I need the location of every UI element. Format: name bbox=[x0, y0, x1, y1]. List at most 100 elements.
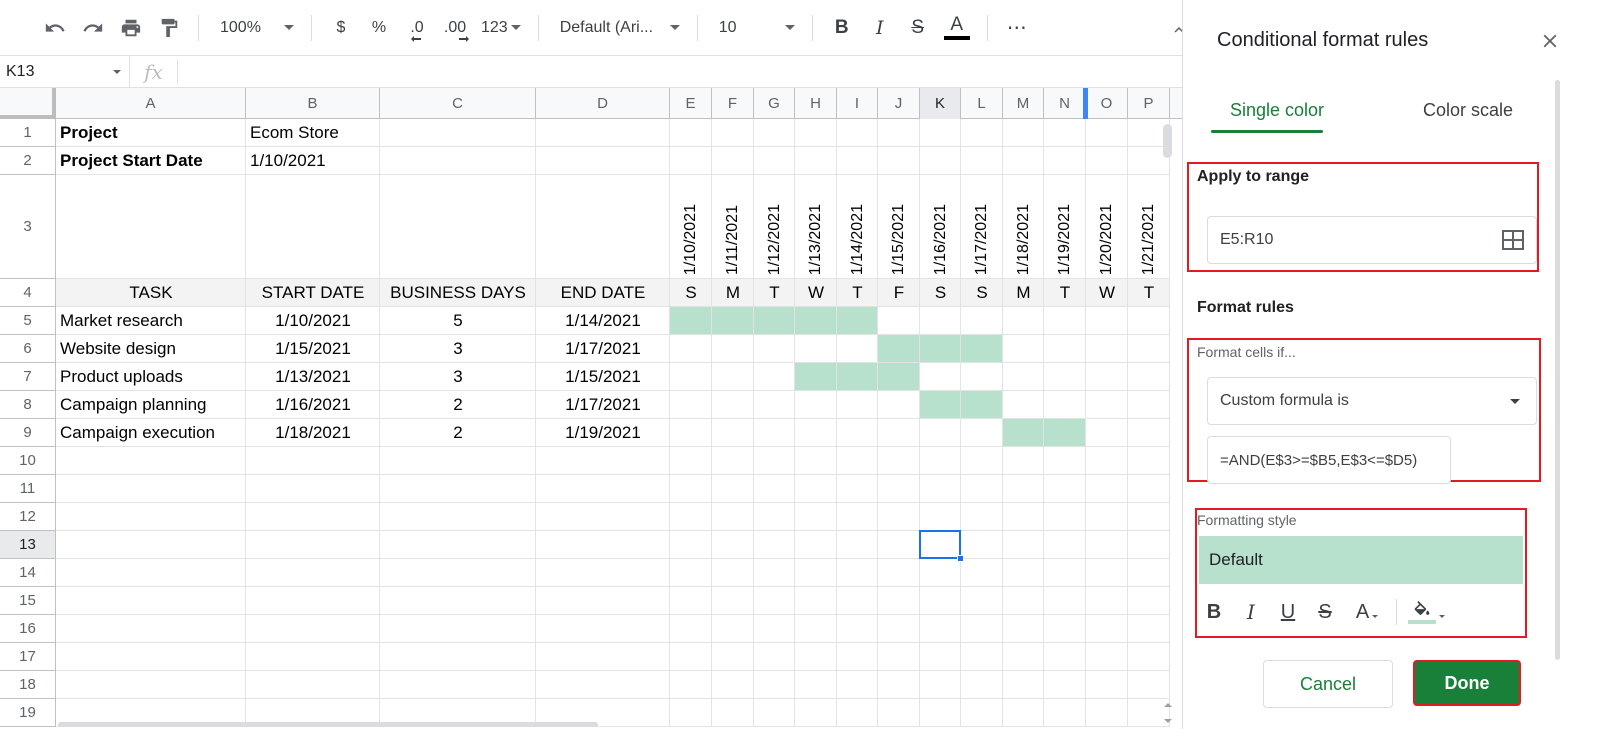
paint-format-button[interactable] bbox=[153, 12, 185, 44]
row-header-19[interactable]: 19 bbox=[0, 699, 56, 727]
row-header-3[interactable]: 3 bbox=[0, 175, 56, 279]
row-header-15[interactable]: 15 bbox=[0, 587, 56, 615]
column-header-l[interactable]: L bbox=[961, 88, 1003, 119]
column-header-i[interactable]: I bbox=[837, 88, 878, 119]
row-header-17[interactable]: 17 bbox=[0, 643, 56, 671]
weekday-header-cell[interactable]: S bbox=[670, 279, 712, 307]
panel-scrollbar[interactable] bbox=[1555, 80, 1560, 660]
print-button[interactable] bbox=[115, 12, 147, 44]
decrease-decimal-button[interactable]: .0 bbox=[401, 12, 433, 44]
range-input[interactable]: E5:R10 bbox=[1207, 216, 1537, 264]
weekday-header-cell[interactable]: M bbox=[1003, 279, 1044, 307]
task-name-cell[interactable]: Market research bbox=[56, 307, 246, 335]
date-header-cell[interactable]: 1/20/2021 bbox=[1086, 175, 1128, 279]
weekday-header-cell[interactable]: T bbox=[837, 279, 878, 307]
row-header-7[interactable]: 7 bbox=[0, 363, 56, 391]
column-header-a[interactable]: A bbox=[56, 88, 246, 119]
row-header-16[interactable]: 16 bbox=[0, 615, 56, 643]
vertical-scrollbar-thumb[interactable] bbox=[1163, 124, 1172, 158]
row-header-12[interactable]: 12 bbox=[0, 503, 56, 531]
row-header-2[interactable]: 2 bbox=[0, 147, 56, 175]
date-header-cell[interactable]: 1/13/2021 bbox=[795, 175, 837, 279]
tab-single-color[interactable]: Single color bbox=[1221, 100, 1333, 121]
start-date-cell[interactable]: 1/16/2021 bbox=[246, 391, 380, 419]
date-header-cell[interactable]: 1/11/2021 bbox=[712, 175, 754, 279]
row-header-18[interactable]: 18 bbox=[0, 671, 56, 699]
column-header-g[interactable]: G bbox=[754, 88, 795, 119]
undo-button[interactable] bbox=[39, 12, 71, 44]
date-header-cell[interactable]: 1/19/2021 bbox=[1044, 175, 1086, 279]
project-start-value[interactable]: 1/10/2021 bbox=[246, 147, 380, 175]
column-header-k[interactable]: K bbox=[920, 88, 961, 119]
style-underline-button[interactable]: U bbox=[1273, 596, 1303, 628]
row-header-4[interactable]: 4 bbox=[0, 279, 56, 307]
business-days-cell[interactable]: 5 bbox=[380, 307, 536, 335]
start-date-cell[interactable]: 1/10/2021 bbox=[246, 307, 380, 335]
select-all-corner[interactable] bbox=[0, 88, 56, 119]
table-header-cell[interactable]: BUSINESS DAYS bbox=[380, 279, 536, 307]
vertical-scrollbar[interactable] bbox=[1160, 119, 1176, 729]
column-header-n[interactable]: N bbox=[1044, 88, 1086, 119]
row-header-10[interactable]: 10 bbox=[0, 447, 56, 475]
project-value[interactable]: Ecom Store bbox=[246, 119, 380, 147]
cancel-button[interactable]: Cancel bbox=[1263, 660, 1393, 708]
condition-select[interactable]: Custom formula is bbox=[1207, 377, 1537, 425]
end-date-cell[interactable]: 1/17/2021 bbox=[536, 391, 670, 419]
column-header-d[interactable]: D bbox=[536, 88, 670, 119]
increase-decimal-button[interactable]: .00 bbox=[439, 12, 471, 44]
percent-format-button[interactable]: % bbox=[363, 12, 395, 44]
column-header-m[interactable]: M bbox=[1003, 88, 1044, 119]
scroll-up-icon[interactable] bbox=[1164, 703, 1172, 707]
row-header-5[interactable]: 5 bbox=[0, 307, 56, 335]
table-header-cell[interactable]: END DATE bbox=[536, 279, 670, 307]
style-strikethrough-button[interactable]: S bbox=[1310, 596, 1340, 628]
font-family-select[interactable]: Default (Ari... bbox=[552, 12, 684, 44]
date-header-cell[interactable]: 1/18/2021 bbox=[1003, 175, 1044, 279]
project-label[interactable]: Project bbox=[56, 119, 246, 147]
business-days-cell[interactable]: 2 bbox=[380, 391, 536, 419]
row-header-14[interactable]: 14 bbox=[0, 559, 56, 587]
end-date-cell[interactable]: 1/14/2021 bbox=[536, 307, 670, 335]
column-header-p[interactable]: P bbox=[1128, 88, 1170, 119]
task-name-cell[interactable]: Website design bbox=[56, 335, 246, 363]
date-header-cell[interactable]: 1/10/2021 bbox=[670, 175, 712, 279]
task-name-cell[interactable]: Campaign execution bbox=[56, 419, 246, 447]
weekday-header-cell[interactable]: S bbox=[920, 279, 961, 307]
end-date-cell[interactable]: 1/17/2021 bbox=[536, 335, 670, 363]
row-header-8[interactable]: 8 bbox=[0, 391, 56, 419]
end-date-cell[interactable]: 1/15/2021 bbox=[536, 363, 670, 391]
start-date-cell[interactable]: 1/15/2021 bbox=[246, 335, 380, 363]
start-date-cell[interactable]: 1/18/2021 bbox=[246, 419, 380, 447]
horizontal-scrollbar-thumb[interactable] bbox=[58, 722, 598, 727]
date-header-cell[interactable]: 1/15/2021 bbox=[878, 175, 920, 279]
column-header-c[interactable]: C bbox=[380, 88, 536, 119]
date-header-cell[interactable]: 1/17/2021 bbox=[961, 175, 1003, 279]
column-header-f[interactable]: F bbox=[712, 88, 754, 119]
more-formats-button[interactable]: 123 bbox=[477, 12, 525, 44]
fill-handle[interactable] bbox=[957, 555, 964, 562]
column-header-o[interactable]: O bbox=[1086, 88, 1128, 119]
weekday-header-cell[interactable]: F bbox=[878, 279, 920, 307]
weekday-header-cell[interactable]: S bbox=[961, 279, 1003, 307]
column-header-e[interactable]: E bbox=[670, 88, 712, 119]
text-color-button[interactable]: A bbox=[940, 12, 974, 44]
font-size-select[interactable]: 10 bbox=[711, 12, 799, 44]
row-header-13[interactable]: 13 bbox=[0, 531, 56, 559]
scroll-down-icon[interactable] bbox=[1164, 719, 1172, 723]
task-name-cell[interactable]: Product uploads bbox=[56, 363, 246, 391]
redo-button[interactable] bbox=[77, 12, 109, 44]
tab-color-scale[interactable]: Color scale bbox=[1405, 100, 1531, 121]
style-preview-select[interactable]: Default bbox=[1199, 536, 1523, 584]
more-options-button[interactable]: ⋯ bbox=[1001, 12, 1033, 44]
style-fill-color-button[interactable] bbox=[1405, 596, 1447, 628]
custom-formula-input[interactable]: =AND(E$3>=$B5,E$3<=$D5) bbox=[1207, 436, 1451, 484]
column-header-j[interactable]: J bbox=[878, 88, 920, 119]
close-panel-button[interactable] bbox=[1539, 30, 1561, 57]
column-header-b[interactable]: B bbox=[246, 88, 380, 119]
done-button[interactable]: Done bbox=[1413, 660, 1521, 706]
business-days-cell[interactable]: 3 bbox=[380, 363, 536, 391]
date-header-cell[interactable]: 1/12/2021 bbox=[754, 175, 795, 279]
strikethrough-button[interactable]: S bbox=[902, 12, 934, 44]
currency-format-button[interactable]: $ bbox=[325, 12, 357, 44]
row-header-1[interactable]: 1 bbox=[0, 119, 56, 147]
